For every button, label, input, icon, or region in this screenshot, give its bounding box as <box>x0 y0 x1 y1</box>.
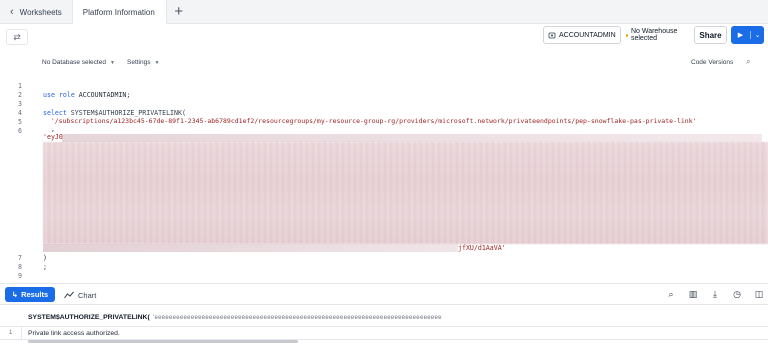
sliders-icon: ⇄ <box>13 31 21 42</box>
line-number: 6 <box>18 127 22 135</box>
line-number: 7 <box>18 254 22 262</box>
code-line-8: ; <box>43 263 47 271</box>
database-label: No Database selected <box>42 59 106 66</box>
worksheet-tab-bar: ‹ Worksheets Platform Information + <box>0 0 768 24</box>
redacted-token-line <box>43 244 458 252</box>
code-line-7: ) <box>43 254 47 262</box>
chevron-down-icon[interactable]: ⌄ <box>751 31 764 39</box>
filter-toggle-button[interactable]: ⇄ <box>6 29 28 45</box>
code-line-5b: , <box>43 125 55 133</box>
line-number: 1 <box>18 82 22 90</box>
line-chart-icon <box>64 291 74 299</box>
code-line-6-start: 'eyJ0 <box>43 133 63 141</box>
play-icon[interactable]: ▶ <box>731 31 751 39</box>
history-icon[interactable]: ◷ <box>731 288 743 301</box>
line-number: 4 <box>18 109 22 117</box>
settings-label: Settings <box>127 59 151 66</box>
results-toolbar: ↳ Results Chart ⌕ ▥ ⤓ ◷ ◫ <box>0 283 768 305</box>
sql-editor[interactable]: 1 2 3 4 5 6 7 8 9 use role ACCOUNTADMIN;… <box>0 78 768 282</box>
database-selector[interactable]: No Database selected ▼ <box>42 59 115 66</box>
warehouse-label: No Warehouse selected <box>630 28 678 42</box>
tab-label: Platform Information <box>82 7 155 17</box>
download-icon[interactable]: ⤓ <box>709 288 721 301</box>
code-line-2: use role ACCOUNTADMIN; <box>43 91 130 99</box>
results-tab-label: Results <box>21 290 49 299</box>
editor-subbar: No Database selected ▼ Settings ▼ Code Ver… <box>0 55 768 71</box>
code-text: SYSTEM$AUTHORIZE_PRIVATELINK( <box>66 109 186 117</box>
chevron-left-icon: ‹ <box>10 6 14 18</box>
code-line-5: '/subscriptions/a123bc45-67de-89f1-2345-… <box>43 117 697 125</box>
code-versions-button[interactable]: Code Versions <box>691 59 733 66</box>
context-selector[interactable]: ACCOUNTADMIN No Warehouse selected <box>543 26 688 44</box>
line-number: 9 <box>18 272 22 280</box>
warehouse-status-dot <box>625 33 628 37</box>
split-view-icon[interactable]: ◫ <box>753 288 765 301</box>
row-number: 1 <box>9 330 13 336</box>
keyword: role <box>58 91 75 99</box>
tab-platform-information[interactable]: Platform Information <box>71 0 167 24</box>
table-row[interactable]: 1 Private link access authorized. <box>0 326 768 340</box>
line-number: 3 <box>18 100 22 108</box>
run-button[interactable]: ▶ ⌄ <box>731 26 764 44</box>
search-icon[interactable]: ⌕ <box>746 57 750 67</box>
code-line-6-end: jfXU/d1AaVA' <box>458 244 506 252</box>
back-label: Worksheets <box>19 7 62 17</box>
line-number: 2 <box>18 91 22 99</box>
worksheet-toolbar: ⇄ ACCOUNTADMIN No Warehouse selected Sha… <box>0 24 768 48</box>
search-icon[interactable]: ⌕ <box>665 288 677 301</box>
results-table-header: SYSTEM$AUTHORIZE_PRIVATELINK( 'eeeeeeeee… <box>0 311 768 325</box>
role-label: ACCOUNTADMIN <box>559 31 616 39</box>
add-tab-button[interactable]: + <box>167 0 191 23</box>
keyword: select <box>43 109 67 117</box>
redacted-token <box>43 142 768 244</box>
column-header[interactable]: SYSTEM$AUTHORIZE_PRIVATELINK( <box>28 314 150 321</box>
tab-results[interactable]: ↳ Results <box>5 287 55 302</box>
redacted-token-line <box>62 134 762 142</box>
keyword: use <box>43 91 55 99</box>
column-header-tail: 'eeeeeeeeeeeeeeeeeeeeeeeeeeeeeeeeeeeeeee… <box>153 315 442 321</box>
line-number: 5 <box>18 118 22 126</box>
plus-icon: + <box>174 3 184 20</box>
row-divider <box>21 327 22 340</box>
chart-tab-label: Chart <box>78 290 97 300</box>
settings-menu[interactable]: Settings ▼ <box>127 59 159 66</box>
back-to-worksheets-button[interactable]: ‹ Worksheets <box>0 0 72 24</box>
role-icon <box>548 32 556 39</box>
code-line-4: select SYSTEM$AUTHORIZE_PRIVATELINK( <box>43 109 186 117</box>
caret-down-icon: ▼ <box>109 60 115 66</box>
results-tools: ⌕ ▥ ⤓ ◷ ◫ <box>665 288 765 301</box>
result-cell[interactable]: Private link access authorized. <box>28 330 120 337</box>
columns-icon[interactable]: ▥ <box>687 288 699 301</box>
horizontal-scrollbar[interactable] <box>28 340 298 343</box>
role-selector[interactable]: ACCOUNTADMIN <box>543 26 621 44</box>
line-number: 8 <box>18 263 22 271</box>
share-button[interactable]: Share <box>694 26 727 44</box>
caret-down-icon: ▼ <box>154 60 160 66</box>
results-arrow-icon: ↳ <box>11 290 19 299</box>
tab-chart[interactable]: Chart <box>64 288 96 302</box>
code-text: ACCOUNTADMIN; <box>74 91 131 99</box>
